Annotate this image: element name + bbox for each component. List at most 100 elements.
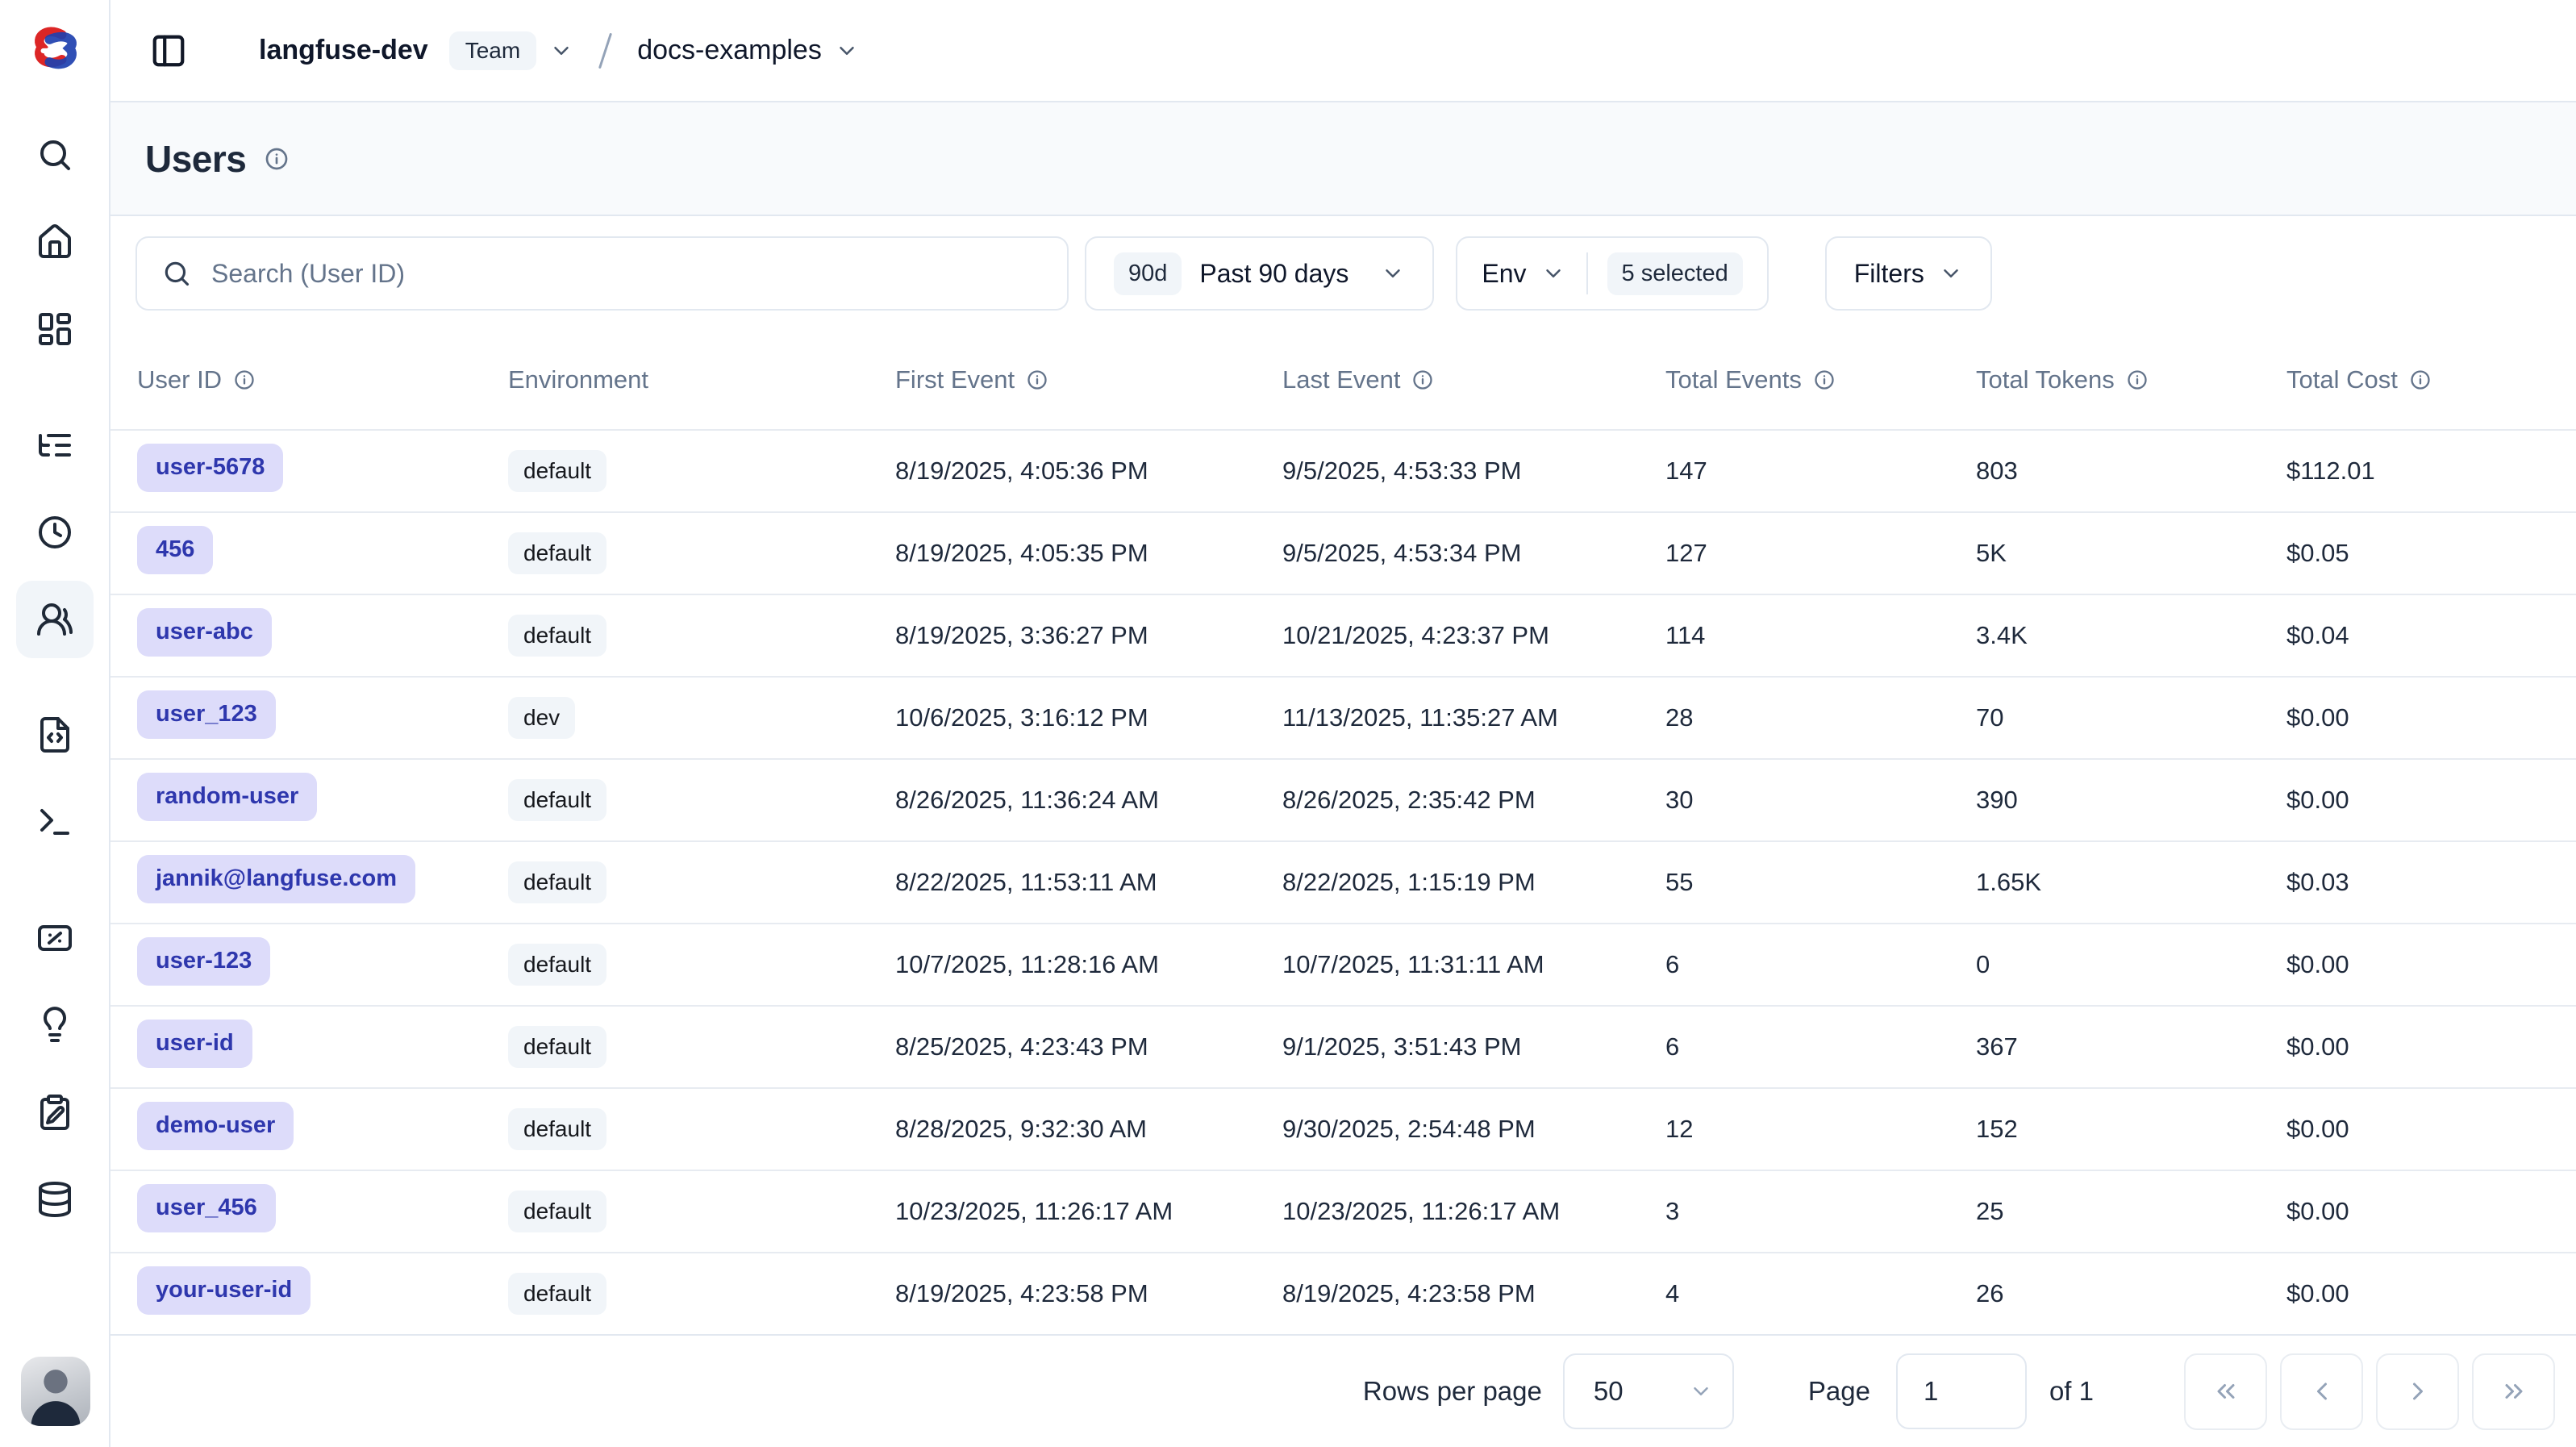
langfuse-logo-icon[interactable] xyxy=(26,21,85,81)
sidebar-item-datasets[interactable] xyxy=(35,1180,74,1219)
total-tokens-cell: 367 xyxy=(1976,1032,2286,1061)
next-page-button[interactable] xyxy=(2376,1353,2459,1430)
search-icon xyxy=(161,258,192,289)
first-event-cell: 8/22/2025, 11:53:11 AM xyxy=(895,868,1282,897)
column-header-first-event[interactable]: First Event xyxy=(895,365,1282,394)
user-id-link[interactable]: 456 xyxy=(137,526,213,573)
total-cost-cell: $0.00 xyxy=(2286,703,2576,732)
playground-icon xyxy=(35,803,74,841)
date-range-button[interactable]: 90d Past 90 days xyxy=(1085,236,1434,311)
user-avatar[interactable] xyxy=(21,1357,90,1426)
total-events-cell: 28 xyxy=(1665,703,1976,732)
environment-badge: default xyxy=(508,615,606,657)
total-tokens-cell: 152 xyxy=(1976,1115,2286,1144)
chevron-down-icon xyxy=(1689,1379,1713,1403)
org-name[interactable]: langfuse-dev xyxy=(259,35,428,66)
user-id-link[interactable]: user-5678 xyxy=(137,444,283,491)
table-row[interactable]: user-abcdefault8/19/2025, 3:36:27 PM10/2… xyxy=(110,594,2576,676)
column-label: Total Tokens xyxy=(1976,365,2115,394)
environment-filter-button[interactable]: Env 5 selected xyxy=(1456,236,1768,311)
user-id-link[interactable]: user_123 xyxy=(137,690,276,738)
chevron-down-icon xyxy=(1939,261,1963,286)
rows-per-page-select[interactable]: 50 xyxy=(1563,1353,1734,1429)
top-header: langfuse-dev Team docs-examples xyxy=(110,0,2576,102)
table-row[interactable]: user_123dev10/6/2025, 3:16:12 PM11/13/20… xyxy=(110,676,2576,758)
user-id-link[interactable]: user-123 xyxy=(137,937,270,985)
table-row[interactable]: random-userdefault8/26/2025, 11:36:24 AM… xyxy=(110,758,2576,840)
sidebar-item-playground[interactable] xyxy=(35,803,74,841)
chevrons-right-icon xyxy=(2499,1377,2528,1406)
user-id-link[interactable]: your-user-id xyxy=(137,1266,311,1314)
tracing-icon xyxy=(35,426,74,465)
last-event-cell: 10/7/2025, 11:31:11 AM xyxy=(1282,950,1665,979)
sidebar-item-dashboards[interactable] xyxy=(35,310,74,348)
info-icon xyxy=(233,369,256,391)
page-label: Page xyxy=(1808,1376,1870,1407)
column-label: Total Cost xyxy=(2286,365,2398,394)
last-page-button[interactable] xyxy=(2472,1353,2555,1430)
column-header-user-id[interactable]: User ID xyxy=(137,365,508,394)
first-event-cell: 8/19/2025, 4:05:36 PM xyxy=(895,457,1282,486)
table-row[interactable]: user-5678default8/19/2025, 4:05:36 PM9/5… xyxy=(110,429,2576,511)
sidebar-item-sessions[interactable] xyxy=(35,513,74,552)
user-id-cell: jannik@langfuse.com xyxy=(137,855,508,909)
project-switcher-button[interactable]: docs-examples xyxy=(637,35,859,66)
table-row[interactable]: demo-userdefault8/28/2025, 9:32:30 AM9/3… xyxy=(110,1087,2576,1170)
page-title-info-icon[interactable] xyxy=(264,146,290,172)
sidebar-item-home[interactable] xyxy=(35,223,74,261)
user-id-link[interactable]: user-id xyxy=(137,1020,252,1067)
last-event-cell: 8/19/2025, 4:23:58 PM xyxy=(1282,1279,1665,1308)
sidebar-item-evaluation[interactable] xyxy=(35,919,74,957)
first-page-button[interactable] xyxy=(2184,1353,2267,1430)
user-id-link[interactable]: random-user xyxy=(137,773,317,820)
total-cost-cell: $0.00 xyxy=(2286,1032,2576,1061)
column-header-environment[interactable]: Environment xyxy=(508,365,895,394)
user-id-link[interactable]: user_456 xyxy=(137,1184,276,1232)
search-input[interactable] xyxy=(211,259,1043,289)
total-events-cell: 127 xyxy=(1665,539,1976,568)
filters-button[interactable]: Filters xyxy=(1825,236,1992,311)
total-tokens-cell: 1.65K xyxy=(1976,868,2286,897)
column-header-total-tokens[interactable]: Total Tokens xyxy=(1976,365,2286,394)
date-range-shortcut-badge: 90d xyxy=(1114,252,1182,295)
column-label: Last Event xyxy=(1282,365,1400,394)
table-row[interactable]: user-iddefault8/25/2025, 4:23:43 PM9/1/2… xyxy=(110,1005,2576,1087)
sidebar-item-insights[interactable] xyxy=(35,1006,74,1045)
table-row[interactable]: jannik@langfuse.comdefault8/22/2025, 11:… xyxy=(110,840,2576,923)
table-row[interactable]: user-123default10/7/2025, 11:28:16 AM10/… xyxy=(110,923,2576,1005)
column-header-total-cost[interactable]: Total Cost xyxy=(2286,365,2576,394)
user-id-link[interactable]: jannik@langfuse.com xyxy=(137,855,415,903)
sidebar-item-annotation[interactable] xyxy=(35,1093,74,1132)
users-icon xyxy=(35,600,74,639)
total-tokens-cell: 5K xyxy=(1976,539,2286,568)
total-events-cell: 114 xyxy=(1665,621,1976,650)
sidebar-toggle-button[interactable] xyxy=(149,31,188,70)
last-event-cell: 10/21/2025, 4:23:37 PM xyxy=(1282,621,1665,650)
environment-cell: default xyxy=(508,1108,895,1150)
previous-page-button[interactable] xyxy=(2280,1353,2363,1430)
annotation-icon xyxy=(35,1093,74,1132)
app: langfuse-dev Team docs-examples Users 90… xyxy=(0,0,2576,1447)
user-id-link[interactable]: user-abc xyxy=(137,608,272,656)
search-box[interactable] xyxy=(135,236,1069,311)
sessions-icon xyxy=(35,513,74,552)
environment-cell: default xyxy=(508,1273,895,1315)
column-header-last-event[interactable]: Last Event xyxy=(1282,365,1665,394)
sidebar-item-users[interactable] xyxy=(35,600,74,639)
page-number-input[interactable] xyxy=(1896,1353,2027,1429)
sidebar-item-prompts[interactable] xyxy=(35,715,74,754)
chevron-down-icon xyxy=(1381,261,1405,286)
sidebar-item-tracing[interactable] xyxy=(35,426,74,465)
chevron-down-icon xyxy=(549,39,573,63)
total-tokens-cell: 0 xyxy=(1976,950,2286,979)
column-header-total-events[interactable]: Total Events xyxy=(1665,365,1976,394)
table-row[interactable]: 456default8/19/2025, 4:05:35 PM9/5/2025,… xyxy=(110,511,2576,594)
table-row[interactable]: user_456default10/23/2025, 11:26:17 AM10… xyxy=(110,1170,2576,1252)
sidebar-item-search[interactable] xyxy=(35,136,74,174)
first-event-cell: 8/26/2025, 11:36:24 AM xyxy=(895,786,1282,815)
page-header: Users xyxy=(110,102,2576,216)
table-row[interactable]: your-user-id default 8/19/2025, 4:23:58 PM… xyxy=(110,1252,2576,1334)
org-switcher-button[interactable]: Team xyxy=(449,31,573,70)
first-event-cell: 10/6/2025, 3:16:12 PM xyxy=(895,703,1282,732)
user-id-link[interactable]: demo-user xyxy=(137,1102,294,1149)
